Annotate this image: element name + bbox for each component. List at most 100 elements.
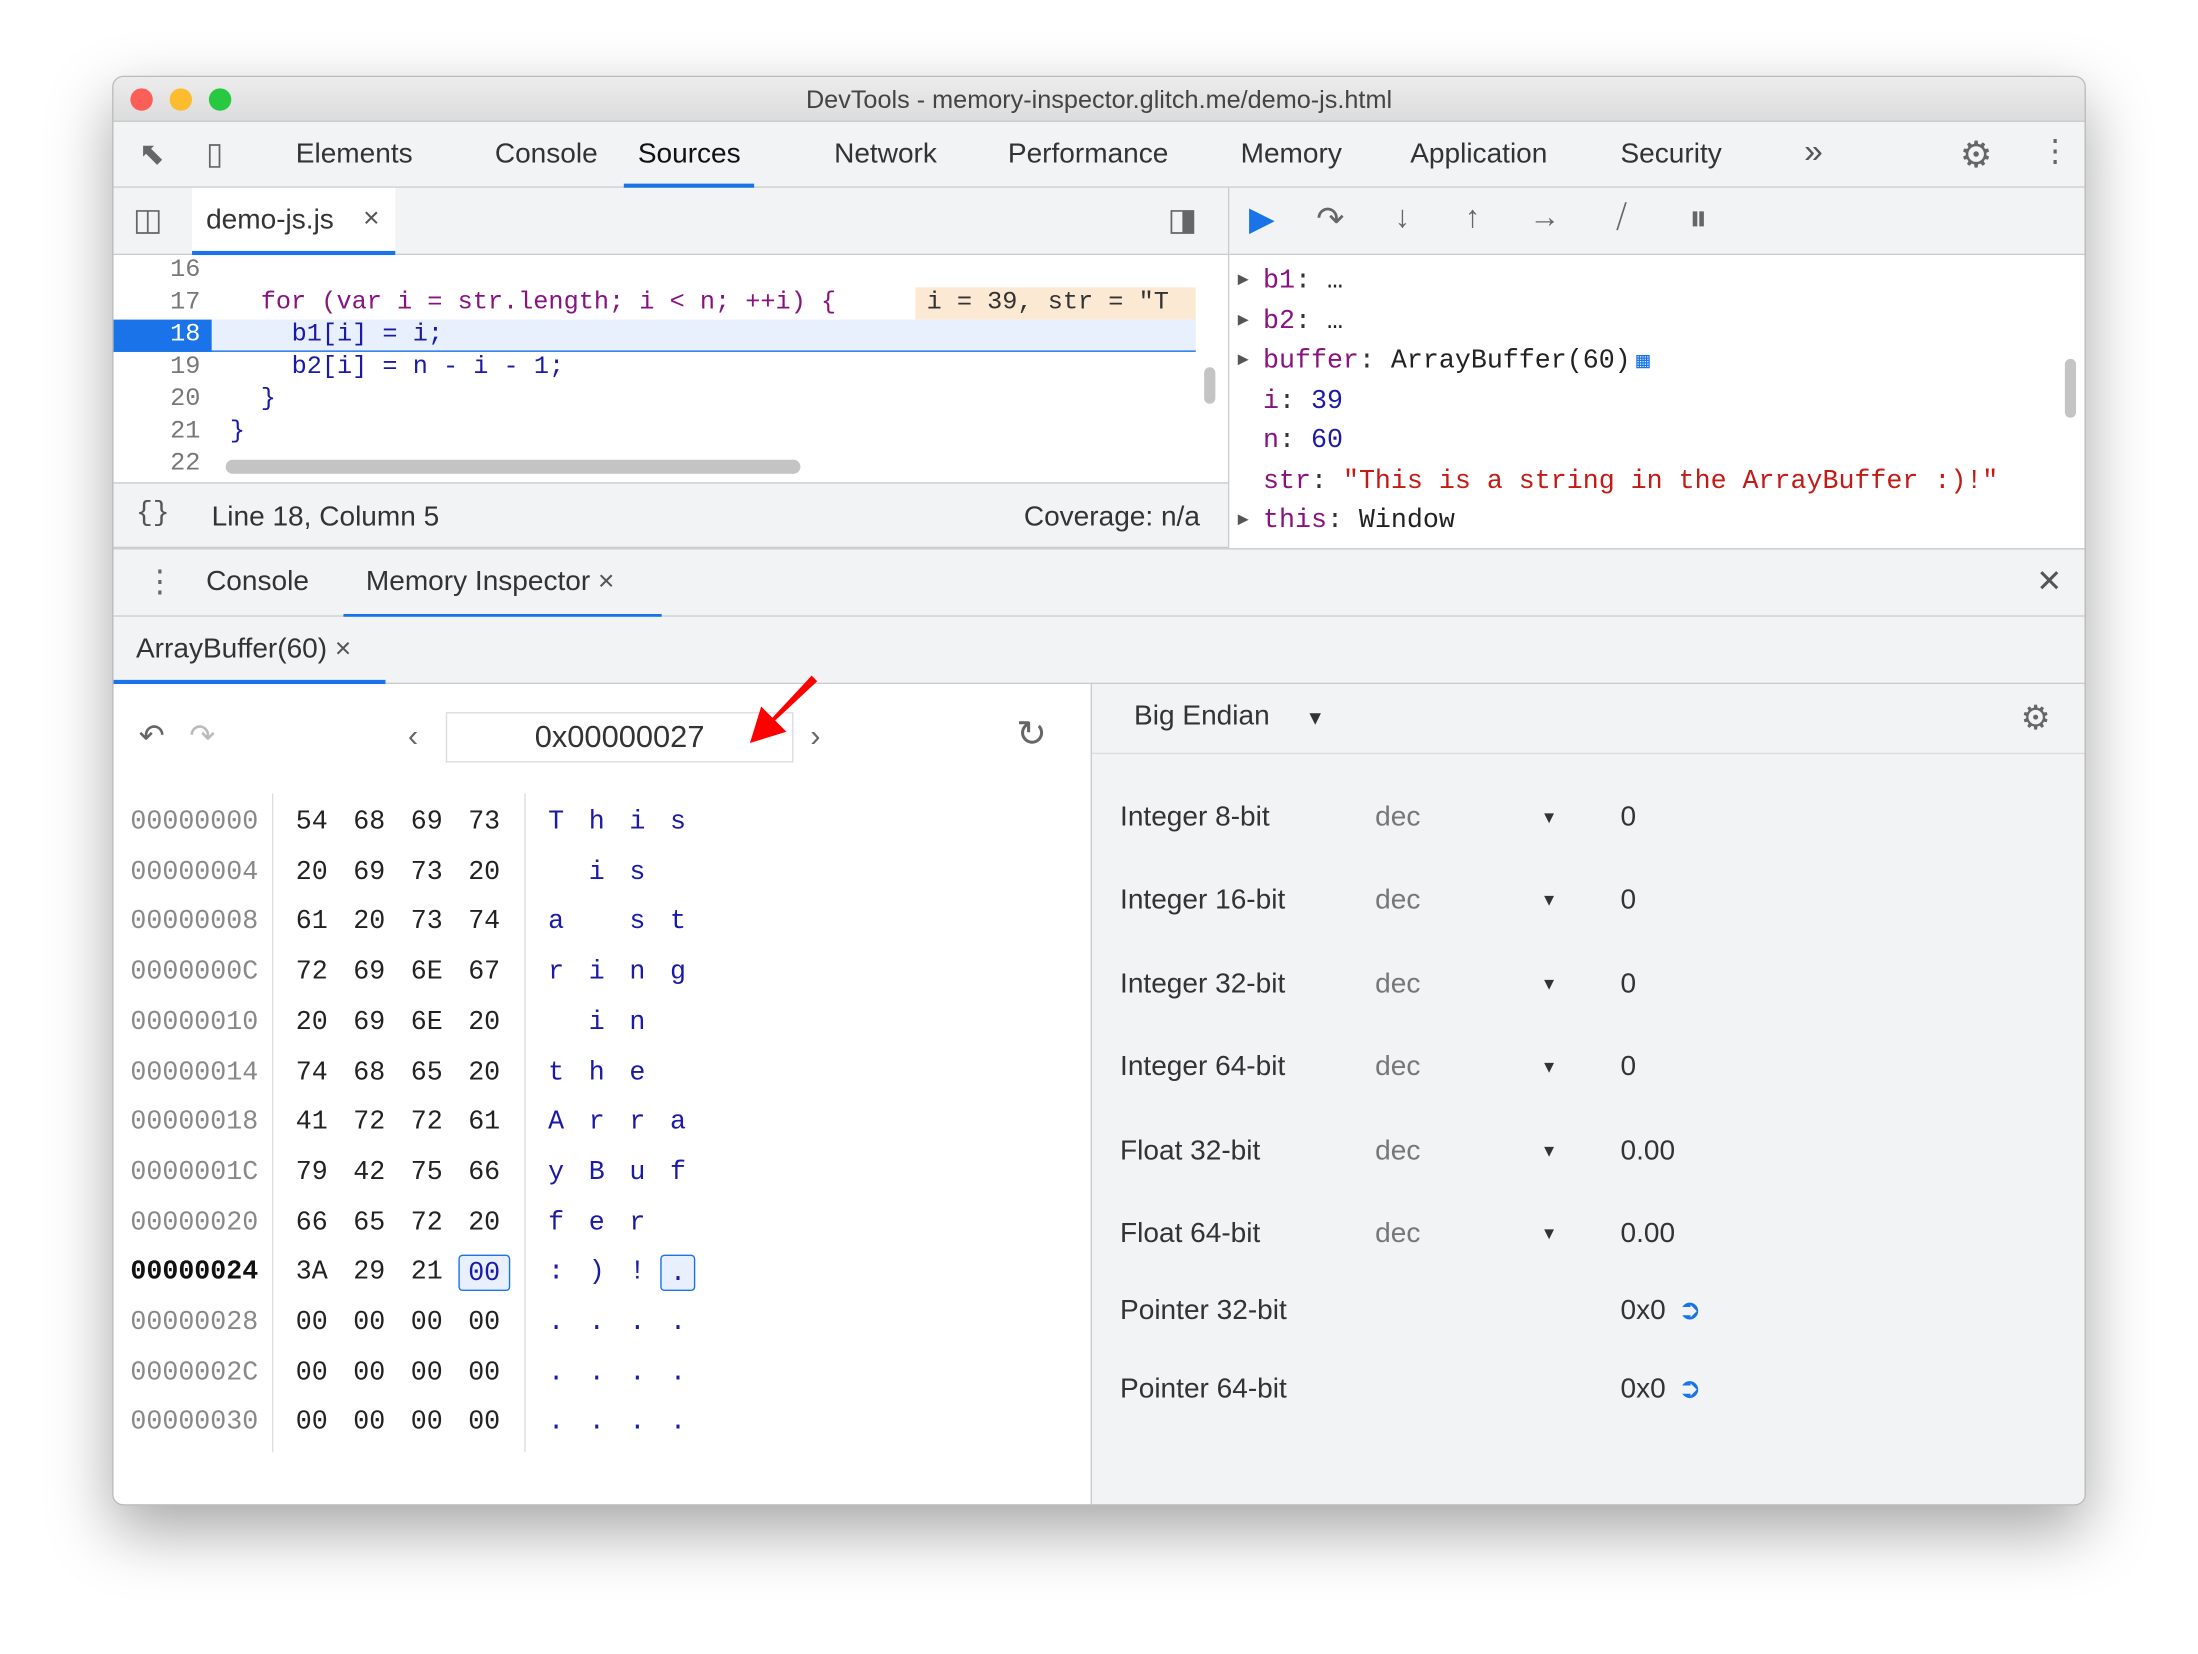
horizontal-scrollbar[interactable] xyxy=(225,459,801,474)
ascii-cell[interactable]: a xyxy=(670,1096,686,1146)
pause-on-exceptions-icon[interactable]: ⏸ xyxy=(1689,196,1707,241)
byte-cell[interactable]: 72 xyxy=(411,1197,443,1247)
ascii-cell[interactable]: f xyxy=(670,1147,686,1197)
step-out-icon[interactable]: ↑ xyxy=(1465,199,1480,235)
byte-cell[interactable]: 00 xyxy=(468,1297,500,1347)
ascii-cell[interactable]: ) xyxy=(589,1247,605,1297)
ascii-cell[interactable]: . xyxy=(548,1297,564,1347)
tab-console[interactable]: Console xyxy=(481,122,612,188)
more-tabs-button[interactable]: » xyxy=(1804,133,1823,172)
scope-scrollbar[interactable] xyxy=(2064,358,2077,418)
byte-cell[interactable]: 69 xyxy=(353,996,385,1046)
ascii-cell[interactable]: n xyxy=(629,996,645,1046)
byte-cell[interactable]: 00 xyxy=(411,1297,443,1347)
line-number[interactable]: 22 xyxy=(114,449,212,481)
line-number[interactable]: 21 xyxy=(114,416,212,448)
byte-cell[interactable]: 66 xyxy=(296,1197,328,1247)
jump-to-address-icon[interactable]: ➲ xyxy=(1678,1290,1702,1332)
ascii-cell[interactable]: t xyxy=(670,896,686,946)
redo-icon[interactable]: ↷ xyxy=(189,718,215,754)
tab-network[interactable]: Network xyxy=(820,122,951,188)
byte-cell[interactable]: 29 xyxy=(353,1247,385,1297)
byte-cell[interactable]: 65 xyxy=(411,1046,443,1096)
ascii-cell[interactable]: . xyxy=(548,1347,564,1397)
address-input[interactable]: 0x00000027 xyxy=(445,712,794,763)
byte-cell[interactable]: 21 xyxy=(411,1247,443,1297)
device-toolbar-icon[interactable]: ▯ xyxy=(206,136,223,172)
byte-cell[interactable]: 00 xyxy=(458,1255,510,1292)
line-number[interactable]: 18 xyxy=(113,319,212,352)
byte-cell[interactable]: 20 xyxy=(468,1046,500,1096)
byte-cell[interactable]: 66 xyxy=(468,1147,500,1197)
byte-cell[interactable]: 69 xyxy=(411,796,443,846)
byte-cell[interactable]: 74 xyxy=(468,896,500,946)
ascii-cell[interactable]: s xyxy=(629,896,645,946)
value-format-select[interactable]: dec ▼ xyxy=(1375,963,1557,1005)
byte-cell[interactable]: 74 xyxy=(296,1046,328,1096)
byte-cell[interactable]: 20 xyxy=(468,846,500,896)
ascii-cell[interactable]: r xyxy=(629,1197,645,1247)
scope-item-this[interactable]: ▶ this: Window xyxy=(1238,500,1455,540)
ascii-cell[interactable]: i xyxy=(589,996,605,1046)
pretty-print-button[interactable]: {} xyxy=(136,498,170,530)
value-format-select[interactable]: dec ▼ xyxy=(1375,1046,1557,1088)
toggle-navigator-icon[interactable]: ◫ xyxy=(133,202,162,238)
undo-icon[interactable]: ↶ xyxy=(139,718,165,754)
line-number[interactable]: 16 xyxy=(114,255,212,287)
ascii-cell[interactable]: s xyxy=(670,796,686,846)
byte-cell[interactable]: 68 xyxy=(353,796,385,846)
ascii-cell[interactable]: . xyxy=(589,1297,605,1347)
close-drawer-icon[interactable]: ✕ xyxy=(2036,564,2062,600)
ascii-cell[interactable]: . xyxy=(629,1397,645,1447)
value-format-select[interactable]: dec ▼ xyxy=(1375,1130,1557,1172)
previous-page-icon[interactable]: ‹ xyxy=(408,718,418,754)
byte-cell[interactable]: 00 xyxy=(411,1347,443,1397)
scope-item-b2[interactable]: ▶ b2: … xyxy=(1238,301,1343,341)
ascii-cell[interactable]: . xyxy=(629,1297,645,1347)
buffer-tab[interactable]: ArrayBuffer(60) × xyxy=(113,617,386,685)
tab-memory[interactable]: Memory xyxy=(1227,122,1356,188)
byte-cell[interactable]: 20 xyxy=(468,996,500,1046)
resume-icon[interactable]: ▶ xyxy=(1249,199,1275,240)
value-format-select[interactable]: dec ▼ xyxy=(1375,796,1557,838)
ascii-cell[interactable]: e xyxy=(589,1197,605,1247)
byte-cell[interactable]: 20 xyxy=(353,896,385,946)
inspect-element-icon[interactable]: ⬉ xyxy=(139,136,165,172)
ascii-cell[interactable]: h xyxy=(589,796,605,846)
ascii-cell[interactable]: h xyxy=(589,1046,605,1096)
ascii-cell[interactable]: . xyxy=(589,1347,605,1397)
step-icon[interactable]: → xyxy=(1529,199,1560,235)
byte-cell[interactable]: 00 xyxy=(468,1397,500,1447)
ascii-cell[interactable]: . xyxy=(589,1397,605,1447)
settings-gear-icon[interactable]: ⚙ xyxy=(1960,133,1993,176)
byte-cell[interactable]: 00 xyxy=(296,1397,328,1447)
endianness-select[interactable]: Big Endian ▼ xyxy=(1134,701,1325,733)
ascii-cell[interactable]: r xyxy=(629,1096,645,1146)
byte-cell[interactable]: 20 xyxy=(468,1197,500,1247)
ascii-cell[interactable]: i xyxy=(589,946,605,996)
byte-cell[interactable]: 00 xyxy=(468,1347,500,1397)
ascii-cell[interactable]: . xyxy=(670,1347,686,1397)
refresh-icon[interactable]: ↻ xyxy=(1016,712,1047,755)
ascii-cell[interactable]: t xyxy=(548,1046,564,1096)
ascii-cell[interactable]: ! xyxy=(629,1247,645,1297)
value-format-select[interactable]: dec ▼ xyxy=(1375,1213,1557,1255)
ascii-cell[interactable]: B xyxy=(589,1147,605,1197)
drawer-tab-memory-inspector[interactable]: Memory Inspector × xyxy=(343,550,662,619)
vertical-scrollbar[interactable] xyxy=(1204,367,1216,404)
tab-performance[interactable]: Performance xyxy=(994,122,1183,188)
byte-cell[interactable]: 00 xyxy=(296,1297,328,1347)
ascii-cell[interactable]: s xyxy=(629,846,645,896)
ascii-cell[interactable]: i xyxy=(629,796,645,846)
byte-cell[interactable]: 42 xyxy=(353,1147,385,1197)
ascii-cell[interactable]: : xyxy=(548,1247,564,1297)
ascii-cell[interactable]: r xyxy=(548,946,564,996)
drawer-tab-console[interactable]: Console xyxy=(186,550,328,619)
byte-cell[interactable]: 67 xyxy=(468,946,500,996)
expand-triangle-icon[interactable]: ▶ xyxy=(1238,341,1249,381)
ascii-cell[interactable]: u xyxy=(629,1147,645,1197)
byte-cell[interactable]: 68 xyxy=(353,1046,385,1096)
byte-cell[interactable]: 72 xyxy=(296,946,328,996)
jump-to-address-icon[interactable]: ➲ xyxy=(1678,1368,1702,1410)
ascii-cell[interactable]: . xyxy=(670,1397,686,1447)
